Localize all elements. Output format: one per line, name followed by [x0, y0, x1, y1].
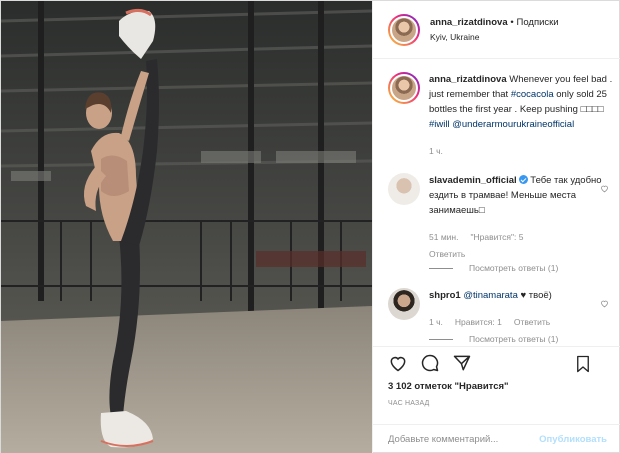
comments-list[interactable]: anna_rizatdinova Whenever you feel bad .… [373, 60, 620, 346]
photo-illustration [1, 1, 372, 453]
reply-button[interactable]: Ответить [429, 247, 465, 262]
action-icons [388, 347, 607, 379]
post-photo[interactable] [1, 1, 372, 453]
caption-body: anna_rizatdinova Whenever you feel bad .… [429, 72, 613, 159]
author-username[interactable]: anna_rizatdinova [430, 17, 508, 28]
likes-count[interactable]: 3 102 отметок "Нравится" [388, 381, 607, 392]
location-link[interactable]: Kyiv, Ukraine [430, 31, 559, 44]
comment-username[interactable]: shpro1 [429, 290, 461, 301]
mention-underarmour[interactable]: @underarmourukraineofficial [452, 119, 574, 130]
comment-likes[interactable]: "Нравится": 5 [470, 230, 523, 245]
add-comment-bar: Опубликовать [373, 424, 620, 453]
comment-text: ♥ твоё) [520, 290, 552, 301]
comment-body: slavademin_official Тебе так удобно езди… [429, 173, 613, 262]
comment-item: slavademin_official Тебе так удобно езди… [388, 173, 613, 273]
share-icon[interactable] [452, 353, 472, 373]
caption: anna_rizatdinova Whenever you feel bad .… [388, 72, 613, 159]
commenter-avatar[interactable] [388, 288, 420, 320]
replies-divider [429, 338, 453, 340]
comment-body: shpro1 @tinamarata ♥ твоё) 1 ч. Нравится… [429, 288, 613, 330]
view-replies-button[interactable]: Посмотреть ответы (1) [429, 263, 558, 273]
bookmark-icon[interactable] [575, 355, 591, 373]
comment-like-heart-icon[interactable] [600, 184, 609, 193]
hashtag-iwill[interactable]: #iwill [429, 119, 450, 130]
comment-likes[interactable]: Нравится: 1 [455, 315, 502, 330]
view-replies-button[interactable]: Посмотреть ответы (1) [429, 334, 558, 344]
likes-number: 3 102 отметок [388, 381, 452, 392]
comment-mention[interactable]: @tinamarata [463, 290, 518, 301]
comment-input[interactable] [388, 434, 540, 445]
view-replies-label: Посмотреть ответы (1) [469, 334, 559, 344]
post-window: anna_rizatdinova • Подписки Kyiv, Ukrain… [0, 0, 620, 453]
caption-author-avatar[interactable] [388, 72, 420, 104]
follow-button[interactable]: Подписки [517, 17, 559, 28]
reply-button[interactable]: Ответить [514, 315, 550, 330]
caption-time[interactable]: 1 ч. [429, 144, 443, 159]
post-header: anna_rizatdinova • Подписки Kyiv, Ukrain… [373, 1, 620, 59]
commenter-avatar[interactable] [388, 173, 420, 205]
post-side-panel: anna_rizatdinova • Подписки Kyiv, Ukrain… [372, 1, 620, 453]
heart-icon[interactable] [388, 353, 408, 373]
replies-divider [429, 267, 453, 269]
comment-username[interactable]: slavademin_official [429, 175, 517, 186]
caption-username[interactable]: anna_rizatdinova [429, 74, 507, 85]
hashtag-cocacola[interactable]: #cocacola [511, 89, 554, 100]
author-info: anna_rizatdinova • Подписки Kyiv, Ukrain… [430, 16, 559, 44]
caption-emojis: □□□□ [580, 104, 604, 115]
comment-time[interactable]: 1 ч. [429, 315, 443, 330]
comment-like-heart-icon[interactable] [600, 299, 609, 308]
verified-badge-icon [518, 175, 528, 184]
comment-item: shpro1 @tinamarata ♥ твоё) 1 ч. Нравится… [388, 288, 613, 344]
comment-meta: 1 ч. Нравится: 1 Ответить [429, 315, 613, 330]
likes-label: "Нравится" [454, 381, 509, 392]
comment-reply-row: Ответить [429, 247, 613, 262]
comment-time[interactable]: 51 мин. [429, 230, 458, 245]
comment-meta: 51 мин. "Нравится": 5 [429, 230, 613, 245]
view-replies-label: Посмотреть ответы (1) [469, 263, 559, 273]
post-comment-button[interactable]: Опубликовать [539, 434, 607, 445]
header-separator: • [510, 16, 514, 28]
caption-meta: 1 ч. [429, 144, 613, 159]
comment-icon[interactable] [420, 353, 440, 373]
post-actions: 3 102 отметок "Нравится" ЧАС НАЗАД [373, 346, 620, 407]
author-avatar[interactable] [388, 13, 420, 46]
post-timestamp[interactable]: ЧАС НАЗАД [388, 400, 607, 407]
